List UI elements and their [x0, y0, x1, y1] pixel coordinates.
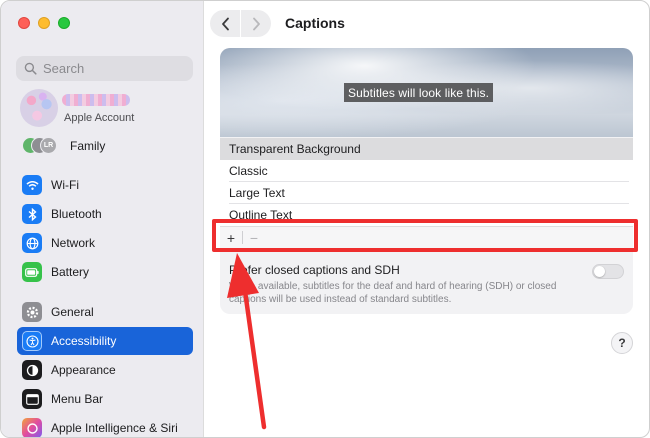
- search-input[interactable]: Search: [16, 56, 193, 81]
- caption-style-list: Transparent Background Classic Large Tex…: [220, 138, 633, 227]
- sidebar-item-apple-intelligence-siri[interactable]: Apple Intelligence & Siri: [17, 414, 193, 437]
- style-label: Classic: [229, 164, 268, 178]
- toggle-knob: [594, 266, 605, 277]
- menu-bar-icon: [22, 389, 42, 409]
- window-controls: [18, 17, 70, 29]
- account-name-redacted: [62, 94, 130, 106]
- bluetooth-icon: [22, 204, 42, 224]
- highlight-box: [212, 219, 638, 252]
- avatar: [20, 89, 58, 127]
- sidebar: Search Apple Account LR Family Wi-Fi Blu…: [1, 1, 204, 437]
- sidebar-item-wifi[interactable]: Wi-Fi: [17, 171, 193, 199]
- apple-account-item[interactable]: Apple Account: [20, 89, 200, 129]
- sidebar-item-menu-bar[interactable]: Menu Bar: [17, 385, 193, 413]
- setting-description: When available, subtitles for the deaf a…: [229, 281, 557, 305]
- help-button[interactable]: ?: [611, 332, 633, 354]
- search-icon: [24, 62, 37, 75]
- minimize-window-button[interactable]: [38, 17, 50, 29]
- sidebar-item-label: General: [51, 305, 94, 319]
- sidebar-item-label: Network: [51, 236, 96, 250]
- sidebar-item-battery[interactable]: Battery: [17, 258, 193, 286]
- list-item[interactable]: Classic: [220, 160, 633, 182]
- sidebar-item-label: Apple Intelligence & Siri: [51, 421, 178, 435]
- sidebar-item-network[interactable]: Network: [17, 229, 193, 257]
- chevron-left-icon: [221, 17, 229, 30]
- siri-icon: [22, 418, 42, 437]
- family-label: Family: [70, 139, 106, 153]
- setting-title: Prefer closed captions and SDH: [229, 263, 400, 277]
- sidebar-item-label: Menu Bar: [51, 392, 104, 406]
- chevron-right-icon: [252, 17, 260, 30]
- globe-icon: [22, 233, 42, 253]
- sidebar-item-label: Wi-Fi: [51, 178, 79, 192]
- forward-button[interactable]: [241, 10, 271, 37]
- settings-window: Search Apple Account LR Family Wi-Fi Blu…: [0, 0, 650, 438]
- family-avatars: LR: [22, 137, 60, 155]
- sidebar-item-bluetooth[interactable]: Bluetooth: [17, 200, 193, 228]
- sidebar-item-label: Appearance: [51, 363, 116, 377]
- subtitle-sample: Subtitles will look like this.: [344, 83, 494, 102]
- appearance-icon: [22, 360, 42, 380]
- wifi-icon: [22, 175, 42, 195]
- accessibility-icon: [22, 331, 42, 351]
- search-placeholder: Search: [43, 61, 85, 76]
- family-avatar: LR: [40, 137, 57, 154]
- battery-icon: [22, 262, 42, 282]
- sidebar-item-general[interactable]: General: [17, 298, 193, 326]
- sidebar-item-accessibility[interactable]: Accessibility: [17, 327, 193, 355]
- back-button[interactable]: [210, 10, 240, 37]
- prefer-closed-captions-setting: Prefer closed captions and SDH When avai…: [229, 263, 629, 306]
- page-title: Captions: [285, 15, 345, 31]
- style-label: Large Text: [229, 186, 285, 200]
- prefer-closed-captions-toggle[interactable]: [592, 264, 624, 279]
- sidebar-item-label: Battery: [51, 265, 90, 279]
- zoom-window-button[interactable]: [58, 17, 70, 29]
- style-label: Transparent Background: [229, 142, 361, 156]
- account-label: Apple Account: [64, 112, 135, 124]
- sidebar-item-label: Accessibility: [51, 334, 117, 348]
- close-window-button[interactable]: [18, 17, 30, 29]
- list-item[interactable]: Transparent Background: [220, 138, 633, 160]
- family-item[interactable]: LR Family: [22, 137, 105, 155]
- gear-icon: [22, 302, 42, 322]
- sidebar-item-label: Bluetooth: [51, 207, 102, 221]
- sidebar-item-appearance[interactable]: Appearance: [17, 356, 193, 384]
- list-item[interactable]: Large Text: [220, 182, 633, 204]
